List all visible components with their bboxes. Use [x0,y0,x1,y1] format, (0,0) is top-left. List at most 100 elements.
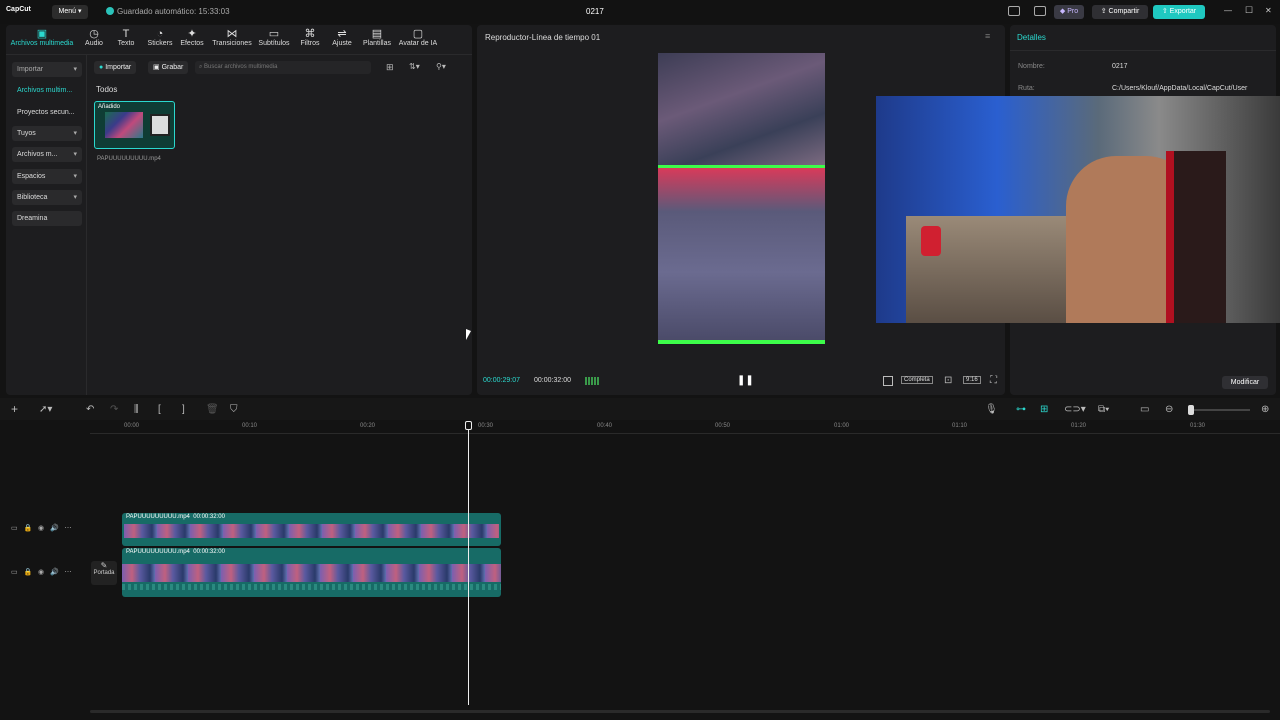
eye-icon[interactable]: ◉ [38,525,44,532]
pro-button[interactable]: ◆ Pro [1054,5,1084,19]
track-icon[interactable]: ▭ [11,569,18,576]
grid-view-icon[interactable]: ⊞ [386,62,394,73]
ruler-mark: 01:10 [952,423,968,429]
select-tool-icon[interactable]: ➚▾ [39,404,52,415]
pause-button[interactable]: ❚❚ [737,375,754,386]
playhead-handle[interactable] [465,421,472,430]
media-clip-card[interactable]: Añadido [94,101,175,149]
timeline-clip[interactable]: PAPUUUUUUUUU.mp4 00:00:32:00 [122,548,501,597]
details-title: Detalles [1017,33,1046,42]
menu-button[interactable]: Menú ▾ [52,5,88,19]
sidebar-item-import[interactable]: Importar ▾ [12,62,82,77]
mic-icon[interactable]: 🎙 [985,404,998,415]
trim-right-icon[interactable]: ] [182,404,185,415]
ai-avatar-icon: ▢ [412,28,424,40]
redo-icon[interactable]: ↷ [110,404,118,415]
export-button[interactable]: ⇧ Exportar [1153,5,1205,19]
sidebar-item-library[interactable]: Biblioteca ▾ [12,190,82,205]
timeline-ruler[interactable] [90,420,1280,434]
caption-icon[interactable]: ▭ [1140,404,1149,415]
added-badge: Añadido [98,104,121,110]
lock-icon[interactable]: 🔒 [23,569,32,576]
video-frame-top [658,53,825,165]
waveform-icon[interactable] [585,377,599,385]
ruler-mark: 00:30 [478,423,494,429]
tool-templates[interactable]: ▤ Plantillas [357,28,397,47]
playhead[interactable] [468,421,469,705]
zoom-out-icon[interactable]: ⊖ [1165,404,1173,415]
crop-icon[interactable] [883,376,893,386]
timeline-clip[interactable]: PAPUUUUUUUUU.mp4 00:00:32:00 [122,513,501,546]
chair [1166,151,1226,323]
plus-circle-icon: ● [99,64,104,71]
more-icon[interactable]: ⋯ [65,525,72,532]
tool-media[interactable]: ▣ Archivos multimedia [8,28,76,47]
ruler-mark: 01:00 [834,423,850,429]
magnet-icon[interactable]: ⊶ [1016,404,1026,415]
pro-icon: ◆ [1059,8,1066,15]
tool-subtitles[interactable]: ▭ Subtítulos [254,28,294,47]
check-icon [106,7,114,15]
panel-divider [6,54,472,55]
sidebar-item-dreamina[interactable]: Dreamina [12,211,82,226]
tool-adjust[interactable]: ⇌ Ajuste [322,28,362,47]
import-button[interactable]: ● Importar [94,61,137,74]
tool-effects[interactable]: ✦ Efectos [172,28,212,47]
layout-icon[interactable] [1008,6,1020,16]
undo-icon[interactable]: ↶ [86,404,94,415]
search-input[interactable]: ⌕ Buscar archivos multimedia [195,61,371,74]
split-icon[interactable]: ⫼ [134,404,139,415]
tool-transitions[interactable]: ⋈ Transiciones [210,28,254,47]
add-icon[interactable]: + [11,402,18,416]
fullscreen-icon[interactable]: ⛶ [990,375,997,386]
player-title: Reproductor-Línea de tiempo 01 [485,33,601,42]
sidebar-item-secondary-projects[interactable]: Proyectos secun... [12,105,82,120]
clip-frames [122,564,501,582]
track-icon[interactable]: ▭ [11,525,18,532]
cover-button[interactable]: ✎ Portada [91,561,117,585]
timeline-scrollbar[interactable] [90,710,1270,713]
delete-icon[interactable]: 🗑 [206,404,219,415]
feature-toolbar: ▣ Archivos multimedia ◷ Audio T Texto ◔ Stic… [8,28,468,52]
link-icon[interactable]: ⊞ [1040,404,1048,415]
zoom-slider-handle[interactable] [1188,405,1194,415]
quality-button[interactable]: Completa [901,376,933,384]
screenshot-icon[interactable]: ⊡ [944,375,952,386]
sort-icon[interactable]: ⇅▾ [409,62,420,71]
minimize-button[interactable]: — [1224,6,1232,15]
video-preview [658,53,825,345]
record-button[interactable]: ▣ Grabar [148,61,189,74]
zoom-in-icon[interactable]: ⊕ [1261,404,1269,415]
filter-all-label[interactable]: Todos [96,85,117,94]
maximize-button[interactable]: ☐ [1245,5,1253,16]
player-menu-icon[interactable]: ≡ [985,31,990,41]
chevron-down-icon: ▾ [73,194,77,201]
sidebar-divider [86,55,87,395]
sidebar-item-spaces[interactable]: Espacios ▾ [12,169,82,184]
sidebar-item-files[interactable]: Archivos m... ▾ [12,147,82,162]
ratio-button[interactable]: 9:16 [963,376,981,384]
sidebar-item-media-files[interactable]: Archivos multim... [12,83,82,98]
sidebar-item-yours[interactable]: Tuyos ▾ [12,126,82,141]
zoom-slider[interactable] [1188,405,1250,415]
volume-icon[interactable]: 🔊 [50,569,59,576]
shield-icon[interactable]: ⛉ [230,404,238,415]
modify-button[interactable]: Modificar [1222,376,1268,389]
chevron-down-icon: ▾ [73,151,77,158]
filter-icon[interactable]: ⚲▾ [436,62,446,71]
eye-icon[interactable]: ◉ [38,569,44,576]
share-button[interactable]: ⇪ Compartir [1092,5,1148,19]
shortcuts-icon[interactable] [1034,6,1046,16]
close-button[interactable]: ✕ [1265,6,1272,15]
lock-icon[interactable]: 🔒 [23,525,32,532]
effects-icon: ✦ [187,28,197,40]
name-label: Nombre: [1018,63,1045,70]
ruler-mark: 00:00 [124,423,140,429]
more-icon[interactable]: ⋯ [65,569,72,576]
volume-icon[interactable]: 🔊 [50,525,59,532]
tool-ai-avatar[interactable]: ▢ Avatar de IA [396,28,440,47]
media-clip-name: PAPUUUUUUUUU.mp4 [97,156,161,162]
chain-icon[interactable]: ⊂⊃▾ [1064,404,1086,415]
trim-left-icon[interactable]: [ [158,404,161,415]
preview-axis-icon[interactable]: ⧉▾ [1098,404,1109,415]
